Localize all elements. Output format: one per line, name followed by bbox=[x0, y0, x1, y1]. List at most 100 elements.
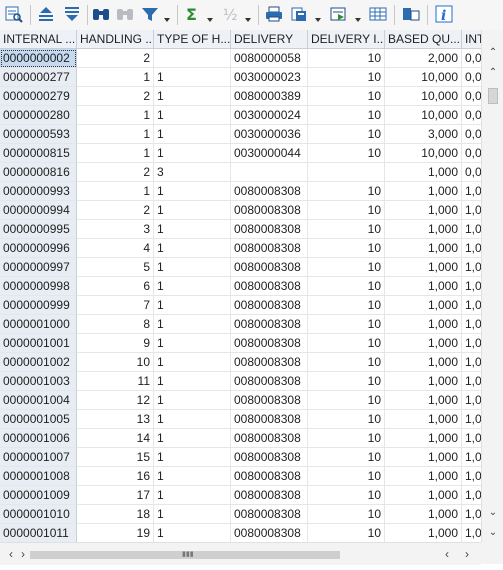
change-layout-button[interactable] bbox=[328, 4, 363, 24]
cell-based-qty[interactable]: 1,000 bbox=[385, 524, 462, 542]
cell-delivery[interactable]: 0080008308 bbox=[231, 258, 308, 277]
cell-handling[interactable]: 18 bbox=[77, 505, 154, 524]
column-header-delivery-item[interactable]: DELIVERY I... bbox=[308, 30, 385, 48]
cell-handling[interactable]: 17 bbox=[77, 486, 154, 505]
cell-delivery[interactable]: 0080008308 bbox=[231, 220, 308, 239]
cell-internal[interactable]: 0000000993 bbox=[0, 182, 77, 201]
cell-int[interactable]: 1,0 bbox=[462, 201, 481, 220]
cell-delivery[interactable]: 0080008308 bbox=[231, 372, 308, 391]
cell-delivery-item[interactable]: 10 bbox=[308, 429, 385, 448]
cell-handling[interactable]: 19 bbox=[77, 524, 154, 542]
print-preview-button[interactable] bbox=[263, 4, 285, 24]
cell-based-qty[interactable]: 1,000 bbox=[385, 486, 462, 505]
table-row[interactable]: 0000000002 2 0080000058 10 2,000 0,0 bbox=[0, 49, 481, 68]
cell-int[interactable]: 0,0 bbox=[462, 87, 481, 106]
cell-handling[interactable]: 2 bbox=[77, 87, 154, 106]
cell-delivery[interactable]: 0080000389 bbox=[231, 87, 308, 106]
table-row[interactable]: 0000001009 17 1 0080008308 10 1,000 1,0 bbox=[0, 486, 481, 505]
cell-int[interactable]: 1,0 bbox=[462, 448, 481, 467]
cell-delivery-item[interactable]: 10 bbox=[308, 144, 385, 163]
cell-internal[interactable]: 0000001005 bbox=[0, 410, 77, 429]
cell-handling[interactable]: 1 bbox=[77, 125, 154, 144]
cell-int[interactable]: 0,0 bbox=[462, 163, 481, 182]
cell-delivery-item[interactable]: 10 bbox=[308, 106, 385, 125]
cell-delivery[interactable]: 0080008308 bbox=[231, 315, 308, 334]
cell-delivery-item[interactable]: 10 bbox=[308, 277, 385, 296]
table-row[interactable]: 0000000994 2 1 0080008308 10 1,000 1,0 bbox=[0, 201, 481, 220]
table-row[interactable]: 0000001003 11 1 0080008308 10 1,000 1,0 bbox=[0, 372, 481, 391]
cell-int[interactable]: 1,0 bbox=[462, 505, 481, 524]
cell-handling[interactable]: 1 bbox=[77, 68, 154, 87]
cell-delivery[interactable]: 0080000058 bbox=[231, 49, 308, 68]
table-row[interactable]: 0000000277 1 1 0030000023 10 10,000 0,0 bbox=[0, 68, 481, 87]
cell-delivery-item[interactable]: 10 bbox=[308, 49, 385, 68]
cell-based-qty[interactable]: 2,000 bbox=[385, 49, 462, 68]
cell-internal[interactable]: 0000000002 bbox=[0, 49, 77, 68]
information-button[interactable]: i bbox=[433, 4, 455, 24]
cell-delivery-item[interactable]: 10 bbox=[308, 353, 385, 372]
table-row[interactable]: 0000001007 15 1 0080008308 10 1,000 1,0 bbox=[0, 448, 481, 467]
cell-handling[interactable]: 7 bbox=[77, 296, 154, 315]
cell-delivery[interactable]: 0080008308 bbox=[231, 467, 308, 486]
cell-internal[interactable]: 0000000995 bbox=[0, 220, 77, 239]
cell-based-qty[interactable]: 1,000 bbox=[385, 334, 462, 353]
cell-delivery-item[interactable]: 10 bbox=[308, 87, 385, 106]
table-row[interactable]: 0000000993 1 1 0080008308 10 1,000 1,0 bbox=[0, 182, 481, 201]
cell-type-of-hu[interactable]: 1 bbox=[154, 125, 231, 144]
cell-int[interactable]: 1,0 bbox=[462, 486, 481, 505]
cell-int[interactable]: 1,0 bbox=[462, 391, 481, 410]
column-header-based-qty[interactable]: BASED QU... bbox=[385, 30, 462, 48]
cell-delivery-item[interactable]: 10 bbox=[308, 448, 385, 467]
cell-int[interactable]: 1,0 bbox=[462, 182, 481, 201]
cell-type-of-hu[interactable]: 1 bbox=[154, 391, 231, 410]
cell-type-of-hu[interactable]: 1 bbox=[154, 277, 231, 296]
cell-internal[interactable]: 0000000280 bbox=[0, 106, 77, 125]
cell-type-of-hu[interactable]: 1 bbox=[154, 467, 231, 486]
table-row[interactable]: 0000001000 8 1 0080008308 10 1,000 1,0 bbox=[0, 315, 481, 334]
sort-descending-button[interactable] bbox=[61, 4, 83, 24]
scroll-down-icon[interactable]: ⌄ bbox=[482, 524, 503, 542]
cell-type-of-hu[interactable]: 1 bbox=[154, 505, 231, 524]
cell-internal[interactable]: 0000001009 bbox=[0, 486, 77, 505]
cell-int[interactable]: 1,0 bbox=[462, 220, 481, 239]
cell-int[interactable]: 0,0 bbox=[462, 144, 481, 163]
cell-delivery-item[interactable]: 10 bbox=[308, 391, 385, 410]
cell-handling[interactable]: 2 bbox=[77, 49, 154, 68]
table-row[interactable]: 0000001011 19 1 0080008308 10 1,000 1,0 bbox=[0, 524, 481, 542]
cell-type-of-hu[interactable]: 1 bbox=[154, 410, 231, 429]
cell-internal[interactable]: 0000000277 bbox=[0, 68, 77, 87]
cell-delivery[interactable]: 0080008308 bbox=[231, 505, 308, 524]
horizontal-scrollbar[interactable]: ‹ › ▮▮▮ ‹ › bbox=[0, 542, 481, 565]
cell-internal[interactable]: 0000001003 bbox=[0, 372, 77, 391]
cell-type-of-hu[interactable]: 1 bbox=[154, 144, 231, 163]
cell-delivery[interactable]: 0080008308 bbox=[231, 410, 308, 429]
cell-type-of-hu[interactable]: 1 bbox=[154, 486, 231, 505]
select-layout-button[interactable] bbox=[400, 4, 422, 24]
vertical-scroll-thumb[interactable] bbox=[488, 88, 498, 104]
cell-type-of-hu[interactable]: 1 bbox=[154, 429, 231, 448]
table-row[interactable]: 0000000815 1 1 0030000044 10 10,000 0,0 bbox=[0, 144, 481, 163]
table-row[interactable]: 0000000593 1 1 0030000036 10 3,000 0,0 bbox=[0, 125, 481, 144]
cell-delivery-item[interactable]: 10 bbox=[308, 182, 385, 201]
sort-ascending-button[interactable] bbox=[35, 4, 57, 24]
cell-type-of-hu[interactable]: 1 bbox=[154, 372, 231, 391]
cell-type-of-hu[interactable]: 1 bbox=[154, 106, 231, 125]
cell-based-qty[interactable]: 1,000 bbox=[385, 201, 462, 220]
cell-internal[interactable]: 0000001000 bbox=[0, 315, 77, 334]
scroll-up-icon[interactable]: ⌃ bbox=[482, 64, 503, 82]
cell-handling[interactable]: 2 bbox=[77, 163, 154, 182]
cell-delivery-item[interactable]: 10 bbox=[308, 372, 385, 391]
scroll-right-icon[interactable]: › bbox=[16, 543, 30, 565]
cell-type-of-hu[interactable]: 1 bbox=[154, 182, 231, 201]
cell-delivery-item[interactable]: 10 bbox=[308, 296, 385, 315]
table-row[interactable]: 0000001005 13 1 0080008308 10 1,000 1,0 bbox=[0, 410, 481, 429]
cell-type-of-hu[interactable]: 1 bbox=[154, 315, 231, 334]
cell-int[interactable]: 1,0 bbox=[462, 315, 481, 334]
cell-internal[interactable]: 0000001006 bbox=[0, 429, 77, 448]
cell-int[interactable]: 1,0 bbox=[462, 239, 481, 258]
cell-int[interactable]: 1,0 bbox=[462, 410, 481, 429]
table-row[interactable]: 0000000999 7 1 0080008308 10 1,000 1,0 bbox=[0, 296, 481, 315]
table-row[interactable]: 0000000816 2 3 1,000 0,0 bbox=[0, 163, 481, 182]
cell-handling[interactable]: 10 bbox=[77, 353, 154, 372]
table-row[interactable]: 0000000279 2 1 0080000389 10 10,000 0,0 bbox=[0, 87, 481, 106]
